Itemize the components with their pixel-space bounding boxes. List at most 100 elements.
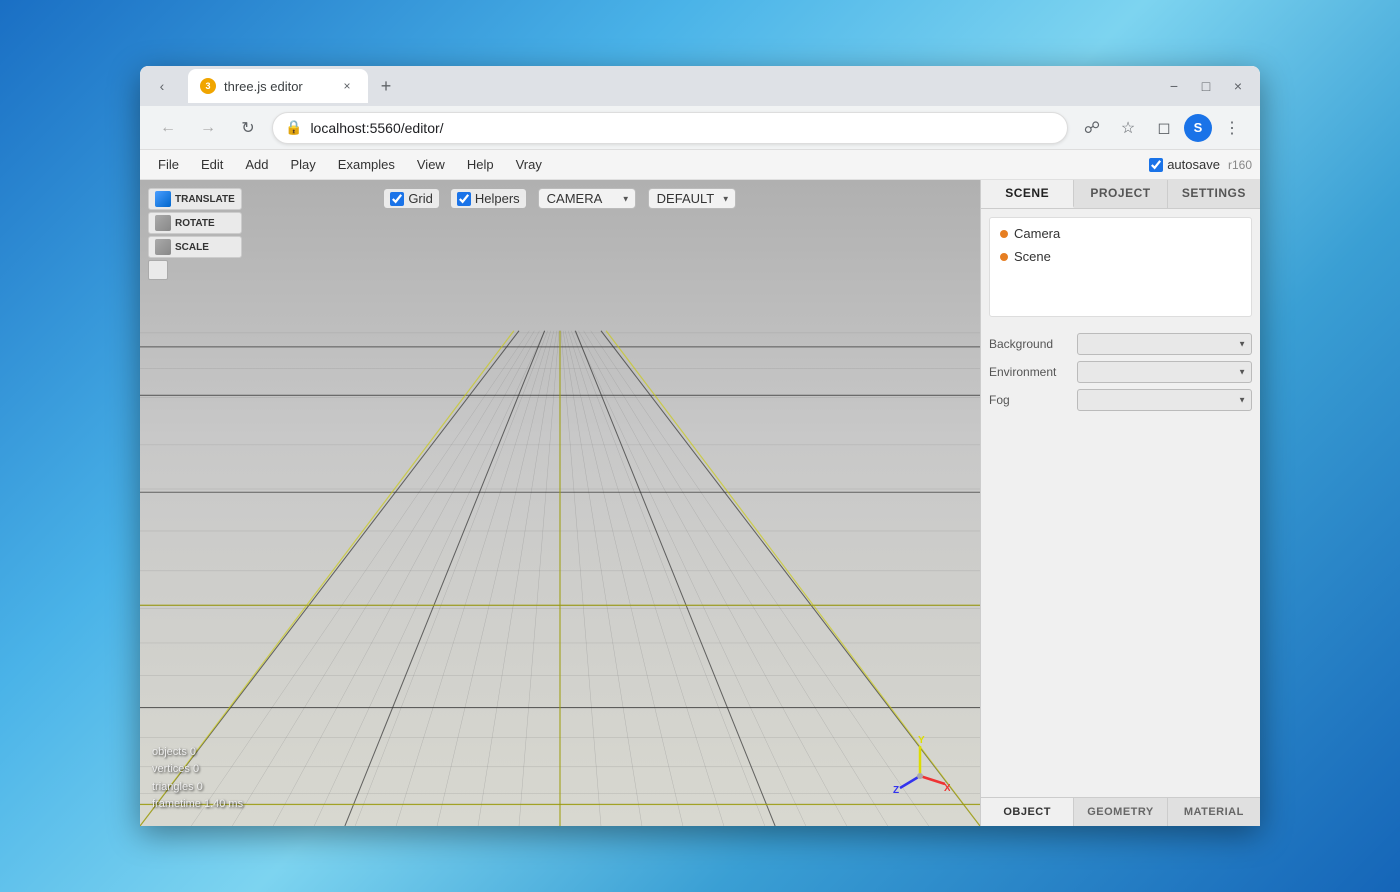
grid-checkbox[interactable] — [390, 192, 404, 206]
address-bar-input[interactable]: 🔒 localhost:5560/editor/ — [272, 112, 1068, 144]
viewport-stats: objects 0 vertices 0 triangles 0 frameti… — [152, 744, 243, 814]
frametime-stat: frametime 1.40 ms — [152, 796, 243, 814]
menu-view[interactable]: View — [407, 155, 455, 174]
helpers-checkbox[interactable] — [457, 192, 471, 206]
triangles-stat: triangles 0 — [152, 779, 243, 797]
background-row: Background — [989, 333, 1252, 355]
menu-bar: File Edit Add Play Examples View Help Vr… — [140, 150, 1260, 180]
tab-back-btn[interactable]: ‹ — [148, 72, 176, 100]
address-right-buttons: ☍ ☆ ◻ S ⋮ — [1076, 112, 1248, 144]
rotate-label: ROTATE — [175, 218, 215, 229]
panel-spacer — [981, 419, 1260, 797]
bottom-tabs: OBJECT GEOMETRY MATERIAL — [981, 797, 1260, 826]
menu-button[interactable]: ⋮ — [1216, 112, 1248, 144]
svg-text:X: X — [944, 783, 950, 794]
view-select[interactable]: DEFAULT — [648, 188, 736, 209]
right-panel: SCENE PROJECT SETTINGS Camera Scene Back… — [980, 180, 1260, 826]
translate-icon-btn[interactable]: ☍ — [1076, 112, 1108, 144]
menu-examples[interactable]: Examples — [328, 155, 405, 174]
menu-play[interactable]: Play — [281, 155, 326, 174]
active-tab[interactable]: 3 three.js editor × — [188, 69, 368, 103]
menu-edit[interactable]: Edit — [191, 155, 233, 174]
close-button[interactable]: × — [1224, 72, 1252, 100]
view-select-wrap[interactable]: DEFAULT — [648, 188, 736, 209]
camera-dot — [1000, 230, 1008, 238]
scene-tabs: SCENE PROJECT SETTINGS — [981, 180, 1260, 209]
autosave-checkbox[interactable] — [1149, 158, 1163, 172]
background-select[interactable] — [1077, 333, 1252, 355]
forward-button[interactable]: → — [192, 112, 224, 144]
window-controls-left: ‹ — [148, 72, 176, 100]
helpers-checkbox-label[interactable]: Helpers — [451, 189, 526, 208]
camera-select-wrap[interactable]: CAMERA Perspective Top Front Side — [538, 188, 636, 209]
viewport-canvas — [140, 180, 980, 826]
tree-item-camera[interactable]: Camera — [994, 222, 1247, 245]
background-label: Background — [989, 337, 1069, 351]
tab-title: three.js editor — [224, 79, 330, 94]
viewport-top-bar: Grid Helpers CAMERA Perspective Top Fron… — [140, 188, 980, 209]
fog-row: Fog — [989, 389, 1252, 411]
editor-main: TRANSLATE ROTATE SCALE Grid — [140, 180, 1260, 826]
tab-project[interactable]: PROJECT — [1074, 180, 1167, 208]
back-button[interactable]: ← — [152, 112, 184, 144]
scene-properties: Background Environment — [981, 325, 1260, 419]
extensions-button[interactable]: ◻ — [1148, 112, 1180, 144]
helpers-label: Helpers — [475, 191, 520, 206]
tree-item-scene[interactable]: Scene — [994, 245, 1247, 268]
scale-tool-button[interactable]: SCALE — [148, 236, 242, 258]
extra-tool-button[interactable] — [148, 260, 168, 280]
scale-label: SCALE — [175, 242, 209, 253]
environment-row: Environment — [989, 361, 1252, 383]
minimize-button[interactable]: − — [1160, 72, 1188, 100]
viewport[interactable]: TRANSLATE ROTATE SCALE Grid — [140, 180, 980, 826]
menu-vray[interactable]: Vray — [506, 155, 552, 174]
menu-help[interactable]: Help — [457, 155, 504, 174]
environment-label: Environment — [989, 365, 1069, 379]
grid-checkbox-label[interactable]: Grid — [384, 189, 439, 208]
tab-bar-area: 3 three.js editor × + — [188, 69, 1156, 103]
address-bar: ← → ↻ 🔒 localhost:5560/editor/ ☍ ☆ ◻ S ⋮ — [140, 106, 1260, 150]
new-tab-button[interactable]: + — [372, 72, 400, 100]
environment-select[interactable] — [1077, 361, 1252, 383]
window-controls-right: − □ × — [1160, 72, 1252, 100]
tab-favicon: 3 — [200, 78, 216, 94]
autosave-label[interactable]: autosave — [1149, 157, 1220, 172]
tab-material[interactable]: MATERIAL — [1168, 798, 1260, 826]
background-select-wrap[interactable] — [1077, 333, 1252, 355]
fog-select-wrap[interactable] — [1077, 389, 1252, 411]
rotate-icon — [155, 215, 171, 231]
camera-select[interactable]: CAMERA Perspective Top Front Side — [538, 188, 636, 209]
autosave-version: r160 — [1228, 158, 1252, 172]
tab-scene[interactable]: SCENE — [981, 180, 1074, 208]
title-bar: ‹ 3 three.js editor × + − □ × — [140, 66, 1260, 106]
tab-close-button[interactable]: × — [338, 77, 356, 95]
fog-select[interactable] — [1077, 389, 1252, 411]
axes-indicator: Y X Z — [890, 736, 950, 796]
objects-stat: objects 0 — [152, 744, 243, 762]
scale-icon — [155, 239, 171, 255]
camera-label: Camera — [1014, 226, 1060, 241]
menu-add[interactable]: Add — [235, 155, 278, 174]
maximize-button[interactable]: □ — [1192, 72, 1220, 100]
browser-window: ‹ 3 three.js editor × + − □ × ← → ↻ 🔒 lo… — [140, 66, 1260, 826]
svg-text:Y: Y — [918, 736, 925, 746]
grid-label: Grid — [408, 191, 433, 206]
menu-file[interactable]: File — [148, 155, 189, 174]
address-text: localhost:5560/editor/ — [310, 120, 1055, 136]
bookmark-button[interactable]: ☆ — [1112, 112, 1144, 144]
profile-button[interactable]: S — [1184, 114, 1212, 142]
fog-label: Fog — [989, 393, 1069, 407]
lock-icon: 🔒 — [285, 119, 302, 136]
rotate-tool-button[interactable]: ROTATE — [148, 212, 242, 234]
menu-right-area: autosave r160 — [1149, 157, 1252, 172]
scene-dot — [1000, 253, 1008, 261]
vertices-stat: vertices 0 — [152, 761, 243, 779]
environment-select-wrap[interactable] — [1077, 361, 1252, 383]
scene-label: Scene — [1014, 249, 1051, 264]
scene-tree: Camera Scene — [989, 217, 1252, 317]
svg-text:Z: Z — [893, 785, 899, 796]
tab-geometry[interactable]: GEOMETRY — [1074, 798, 1167, 826]
tab-object[interactable]: OBJECT — [981, 798, 1074, 826]
reload-button[interactable]: ↻ — [232, 112, 264, 144]
tab-settings[interactable]: SETTINGS — [1168, 180, 1260, 208]
